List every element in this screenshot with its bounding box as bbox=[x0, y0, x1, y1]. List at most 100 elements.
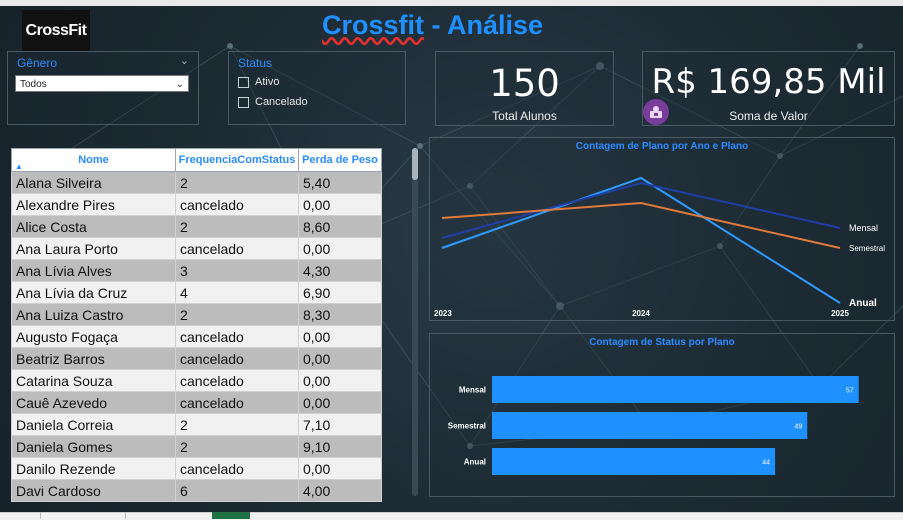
bar-category-label: Mensal bbox=[459, 386, 486, 395]
x-tick-label: 2024 bbox=[632, 309, 650, 318]
bar-semestral bbox=[492, 412, 808, 439]
dashboard-canvas: CrossFit Crossfit - Análise Gênero ⌄ Tod… bbox=[0, 6, 903, 512]
cell-perda-peso: 0,00 bbox=[298, 237, 382, 260]
sheet-tab-separator bbox=[125, 512, 126, 519]
status-option-ativo[interactable]: Ativo bbox=[238, 76, 279, 88]
table-row[interactable]: Augusto Fogaça cancelado 0,00 bbox=[11, 325, 382, 348]
cell-perda-peso: 0,00 bbox=[298, 347, 382, 370]
line-series-anual bbox=[441, 176, 841, 304]
sort-ascending-icon[interactable]: ▲ bbox=[15, 162, 23, 171]
bar-mensal bbox=[492, 376, 859, 403]
cell-nome: Augusto Fogaça bbox=[11, 325, 176, 348]
dropdown-arrow-icon[interactable]: ⌄ bbox=[176, 76, 184, 93]
cell-perda-peso: 0,00 bbox=[298, 193, 382, 216]
table-row[interactable]: Davi Cardoso 6 4,00 bbox=[11, 479, 382, 502]
cell-nome: Alice Costa bbox=[11, 215, 176, 238]
cell-nome: Beatriz Barros bbox=[11, 347, 176, 370]
checkbox-ativo[interactable] bbox=[238, 76, 249, 88]
table-scrollbar[interactable] bbox=[412, 148, 418, 496]
alunos-table: Nome ▲ FrequenciaComStatus Perda de Peso … bbox=[11, 148, 382, 502]
bar-anual bbox=[492, 448, 776, 475]
status-option-ativo-label: Ativo bbox=[255, 76, 280, 88]
bar-chart-panel: Contagem de Status por Plano Mensal 57 Sem… bbox=[429, 333, 895, 497]
cell-perda-peso: 0,00 bbox=[298, 369, 382, 392]
table-row[interactable]: Beatriz Barros cancelado 0,00 bbox=[11, 347, 382, 370]
bar-category-label: Semestral bbox=[448, 422, 486, 431]
bar-value-label: 44 bbox=[762, 460, 770, 467]
x-tick-label: 2025 bbox=[831, 309, 849, 318]
line-series-mensal bbox=[441, 181, 841, 239]
cell-nome: Alana Silveira bbox=[11, 171, 176, 194]
cell-perda-peso: 0,00 bbox=[298, 325, 382, 348]
table-row[interactable]: Alice Costa 2 8,60 bbox=[11, 215, 382, 238]
chevron-down-icon[interactable]: ⌄ bbox=[180, 54, 189, 67]
title-part-1: Crossfit bbox=[322, 10, 425, 40]
cell-perda-peso: 5,40 bbox=[298, 171, 382, 194]
column-header-frequencia[interactable]: FrequenciaComStatus bbox=[175, 148, 299, 172]
cell-frequencia: 6 bbox=[175, 479, 299, 502]
cell-nome: Danilo Rezende bbox=[11, 457, 176, 480]
genero-slicer-title: Gênero bbox=[17, 56, 58, 70]
table-row[interactable]: Danilo Rezende cancelado 0,00 bbox=[11, 457, 382, 480]
column-header-nome-label: Nome bbox=[78, 154, 109, 166]
cell-frequencia: 2 bbox=[175, 413, 299, 436]
kpi-total-alunos-card: 150 Total Alunos bbox=[435, 51, 614, 126]
x-tick-label: 2023 bbox=[434, 309, 452, 318]
cell-nome: Ana Lívia Alves bbox=[11, 259, 176, 282]
page-title: Crossfit - Análise bbox=[322, 10, 543, 41]
crossfit-logo: CrossFit bbox=[22, 10, 90, 52]
bar-category-label: Anual bbox=[464, 458, 486, 467]
cell-frequencia: cancelado bbox=[175, 457, 299, 480]
kpi-soma-valor-value: R$ 169,85 Mil bbox=[651, 62, 886, 102]
title-part-2: - Análise bbox=[424, 10, 544, 40]
table-row[interactable]: Catarina Souza cancelado 0,00 bbox=[11, 369, 382, 392]
genero-selected-value: Todos bbox=[20, 79, 47, 90]
series-label-anual: Anual bbox=[849, 298, 877, 309]
column-header-nome[interactable]: Nome ▲ bbox=[11, 148, 176, 172]
table-row[interactable]: Daniela Gomes 2 9,10 bbox=[11, 435, 382, 458]
line-chart-panel: Contagem de Plano por Ano e Plano Anual M… bbox=[429, 137, 895, 321]
cell-perda-peso: 6,90 bbox=[298, 281, 382, 304]
table-row[interactable]: Ana Lívia da Cruz 4 6,90 bbox=[11, 281, 382, 304]
table-row[interactable]: Daniela Correia 2 7,10 bbox=[11, 413, 382, 436]
cell-frequencia: 3 bbox=[175, 259, 299, 282]
cell-frequencia: cancelado bbox=[175, 347, 299, 370]
kpi-soma-valor-card: R$ 169,85 Mil Soma de Valor bbox=[642, 51, 895, 126]
cell-nome: Ana Luiza Castro bbox=[11, 303, 176, 326]
cell-frequencia: 2 bbox=[175, 171, 299, 194]
cell-frequencia: cancelado bbox=[175, 369, 299, 392]
status-slicer-title: Status bbox=[238, 56, 273, 70]
cell-frequencia: 4 bbox=[175, 281, 299, 304]
column-header-perda-peso-label: Perda de Peso bbox=[302, 154, 378, 166]
table-row[interactable]: Alana Silveira 2 5,40 bbox=[11, 171, 382, 194]
table-row[interactable]: Ana Luiza Castro 2 8,30 bbox=[11, 303, 382, 326]
cell-nome: Catarina Souza bbox=[11, 369, 176, 392]
status-option-cancelado[interactable]: Cancelado bbox=[238, 96, 308, 108]
table-row[interactable]: Alexandre Pires cancelado 0,00 bbox=[11, 193, 382, 216]
table-header-row: Nome ▲ FrequenciaComStatus Perda de Peso bbox=[11, 148, 382, 172]
cell-nome: Ana Lívia da Cruz bbox=[11, 281, 176, 304]
cell-nome: Davi Cardoso bbox=[11, 479, 176, 502]
money-bag-icon bbox=[643, 99, 669, 125]
genero-dropdown[interactable]: Todos ⌄ bbox=[15, 75, 189, 92]
cell-frequencia: cancelado bbox=[175, 237, 299, 260]
table-scrollbar-thumb[interactable] bbox=[412, 148, 418, 180]
status-option-cancelado-label: Cancelado bbox=[255, 96, 308, 108]
cell-nome: Ana Laura Porto bbox=[11, 237, 176, 260]
genero-slicer: Gênero ⌄ Todos ⌄ bbox=[7, 51, 199, 125]
checkbox-cancelado[interactable] bbox=[238, 96, 249, 108]
table-row[interactable]: Cauê Azevedo cancelado 0,00 bbox=[11, 391, 382, 414]
status-slicer: Status Ativo Cancelado bbox=[228, 51, 406, 125]
table-row[interactable]: Ana Lívia Alves 3 4,30 bbox=[11, 259, 382, 282]
bar-chart: Mensal 57 Semestral 49 Anual 44 bbox=[448, 376, 859, 475]
series-label-mensal: Mensal bbox=[849, 223, 878, 233]
column-header-perda-peso[interactable]: Perda de Peso bbox=[298, 148, 382, 172]
cell-frequencia: 2 bbox=[175, 435, 299, 458]
cell-perda-peso: 4,00 bbox=[298, 479, 382, 502]
active-sheet-tab[interactable] bbox=[212, 512, 250, 519]
bar-value-label: 57 bbox=[846, 388, 854, 395]
table-row[interactable]: Ana Laura Porto cancelado 0,00 bbox=[11, 237, 382, 260]
line-series-semestral bbox=[441, 201, 841, 249]
cell-frequencia: cancelado bbox=[175, 193, 299, 216]
sheet-tab-separator bbox=[40, 512, 41, 519]
